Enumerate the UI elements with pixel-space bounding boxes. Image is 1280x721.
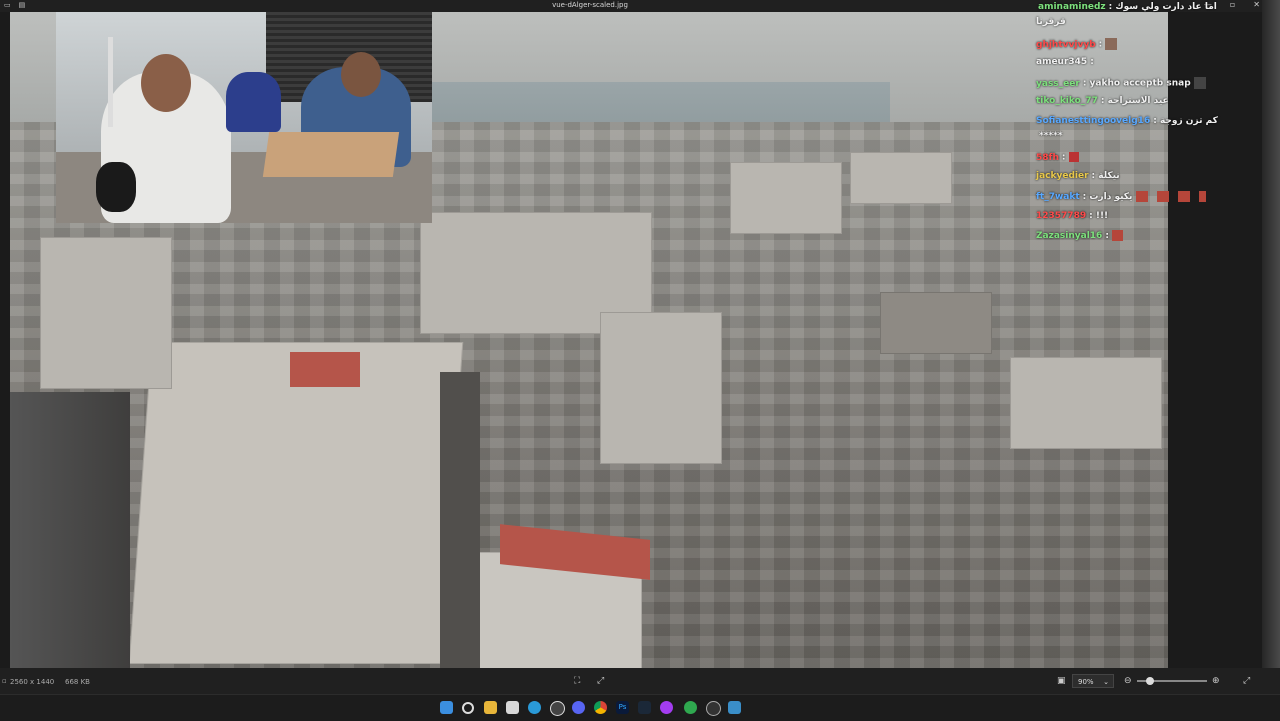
emote-icon [1068,152,1079,162]
photo-building [850,152,952,204]
edge-icon[interactable] [528,701,541,714]
fit-icon[interactable]: ⛶ [574,676,580,686]
desk [262,132,400,177]
photo-building [40,237,172,389]
photo-building [1010,357,1162,449]
photo-building [600,312,722,464]
chat-message: yass_eer: yakho acceptb snap [1036,77,1206,89]
chat-message: Zazasinyal16: [1036,230,1124,241]
file-explorer-icon[interactable] [484,701,497,714]
emote-icon [1135,191,1206,202]
microphone-icon [96,162,136,212]
image-icon: ▫ [2,677,7,685]
photo-road [10,392,130,668]
status-bar: ▫ 2560 x 1440 668 KB ⛶ ⤢ ▣ 90% ⌄ ⊖ ⊕ ⤢ [0,668,1280,694]
image-viewport[interactable] [10,12,1168,668]
xbox-icon[interactable] [684,701,697,714]
window-title: vue-dAlger-scaled.jpg [552,1,628,9]
taskbar: Ps [0,694,1280,721]
expand-icon[interactable]: ⤢ [1243,676,1250,686]
emote-icon [1112,230,1124,241]
photo-road [440,372,480,668]
emote-icon [1105,38,1118,50]
aspect-icon[interactable]: ▣ [1057,676,1066,686]
microphone-stand [108,37,113,127]
store-icon[interactable] [506,701,519,714]
webcam-overlay [56,12,432,223]
photo-red-roof [290,352,360,387]
background-edge [1262,0,1280,694]
chat-message: ft_7wakt: يكيو دارت [1036,191,1206,202]
zoom-out-icon[interactable]: ⊖ [1124,676,1132,686]
zoom-select[interactable]: 90% ⌄ [1072,674,1114,688]
fullscreen-icon[interactable]: ⤢ [597,676,604,686]
maximize-icon[interactable]: ▫ [1230,0,1235,9]
media-icon[interactable] [706,701,721,716]
photo-building [730,162,842,234]
zoom-slider-knob[interactable] [1146,677,1154,685]
chat-message: 12357789: !!! [1036,211,1109,221]
chrome-icon[interactable] [594,701,607,714]
photos-icon[interactable] [728,701,741,714]
chat-message: قرقرنا [1036,17,1066,27]
chat-message: tiko_kiko_77: عيد الاستراحة [1036,96,1169,106]
windows-start-icon[interactable] [440,701,453,714]
search-icon[interactable] [462,702,474,714]
emote-icon [1193,77,1206,89]
chat-message: ***** [1039,131,1063,141]
photoshop-icon[interactable]: Ps [616,701,629,714]
chat-message: ameur345: [1036,57,1094,67]
chat-message: jackyedier: نيكلة [1036,171,1120,181]
close-icon[interactable]: ✕ [1253,0,1260,9]
image-dimensions: 2560 x 1440 [10,678,55,686]
photo-building [128,342,464,664]
photo-building [880,292,992,354]
obs-icon[interactable] [550,701,565,716]
guest-head [341,52,381,97]
messenger-icon[interactable] [660,701,673,714]
chat-message: Sofianesttingoovelg16: كم تزن زوجة [1036,116,1218,126]
streamer-head [141,54,191,112]
chat-message: 58fh: [1036,152,1079,163]
chat-message: ghjhtvvjvyb: [1036,38,1118,50]
chevron-down-icon: ⌄ [1103,678,1109,686]
steam-icon[interactable] [638,701,651,714]
sleeping-person [226,72,281,132]
file-size: 668 KB [65,678,90,686]
chat-message: aminaminedz: اما عاد دارت ولي سوك [1038,2,1217,12]
discord-icon[interactable] [572,701,585,714]
zoom-in-icon[interactable]: ⊕ [1212,676,1220,686]
